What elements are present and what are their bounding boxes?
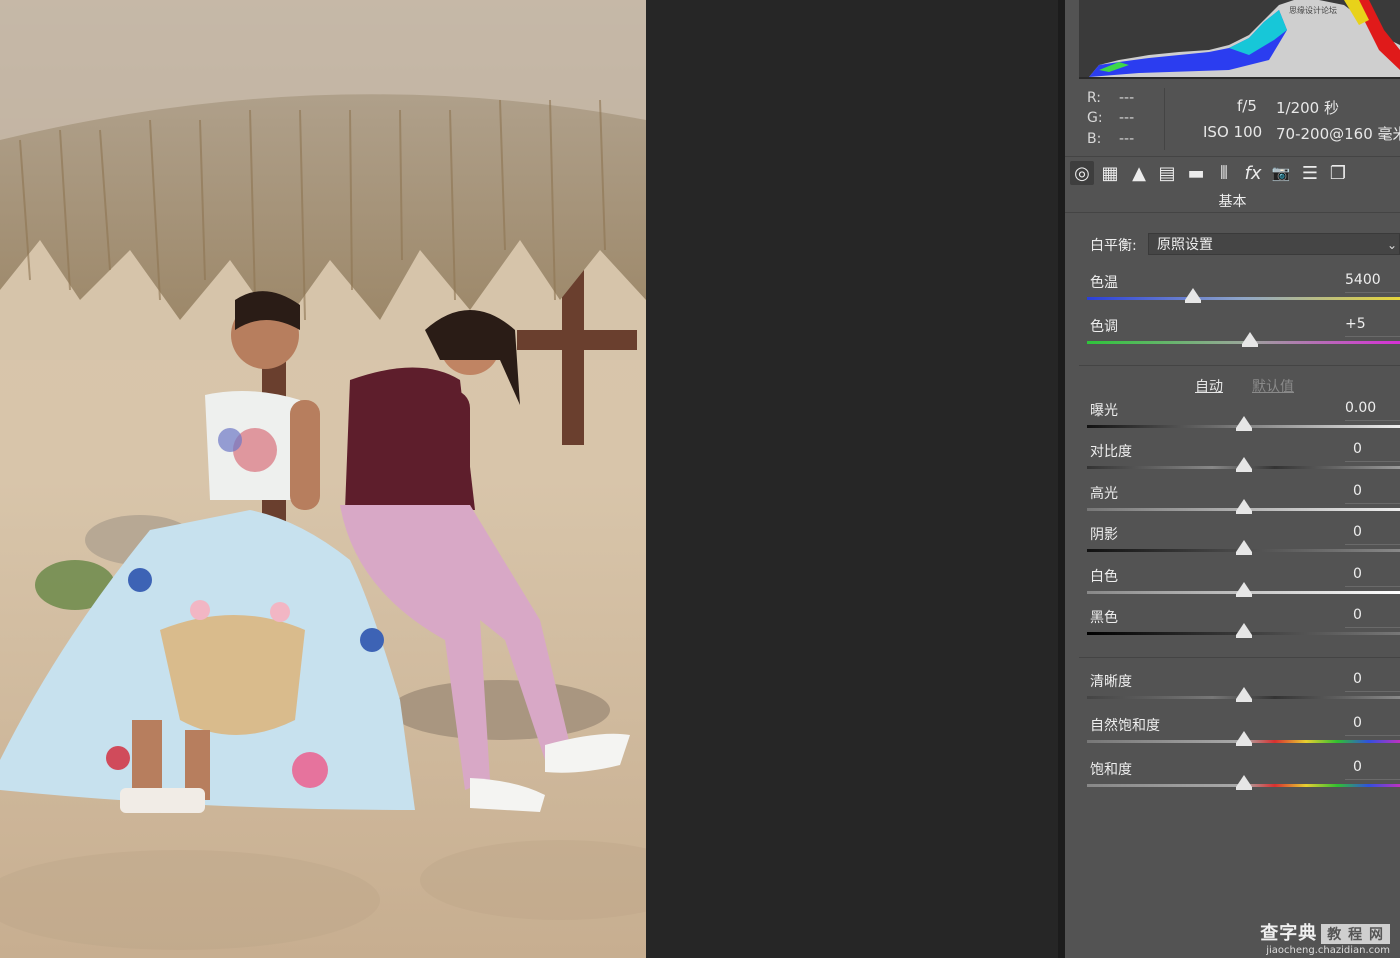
blacks-value-field[interactable]: 0 xyxy=(1353,607,1400,623)
effects-tab-icon[interactable]: fx xyxy=(1241,161,1265,185)
white-balance-label: 白平衡: xyxy=(1090,238,1137,254)
saturation-label: 饱和度 xyxy=(1090,762,1132,778)
snapshots-tab-icon[interactable]: ❐ xyxy=(1326,161,1350,185)
default-button[interactable]: 默认值 xyxy=(1252,376,1294,396)
shadows-value-underline xyxy=(1345,544,1400,545)
camera-calibration-tab-icon[interactable]: 📷 xyxy=(1269,161,1293,185)
hsl-tab-icon[interactable]: ▤ xyxy=(1155,161,1179,185)
presets-tab-icon[interactable]: ☰ xyxy=(1298,161,1322,185)
tint-value-field[interactable]: +5 xyxy=(1345,316,1400,332)
white-balance-value: 原照设置 xyxy=(1157,237,1213,253)
temperature-value-underline xyxy=(1345,292,1400,293)
highlights-label: 高光 xyxy=(1090,486,1118,502)
photo-image xyxy=(0,0,646,958)
red-label: R: xyxy=(1087,90,1102,106)
camera-raw-panel: 思缘设计论坛 R: --- G: --- B: --- f/5 1/200 秒 ISO… xyxy=(1065,0,1400,958)
watermark-box: 教 程 网 xyxy=(1321,924,1390,944)
lens-readout: 70-200@160 毫米 xyxy=(1276,125,1400,143)
blacks-slider-thumb[interactable] xyxy=(1235,623,1252,638)
blue-readout: B: --- xyxy=(1087,131,1151,147)
auto-button[interactable]: 自动 xyxy=(1195,376,1223,396)
divider-tone xyxy=(1079,365,1400,366)
temperature-slider-track[interactable] xyxy=(1087,297,1400,300)
whites-label: 白色 xyxy=(1090,569,1118,585)
clarity-value-underline xyxy=(1345,691,1400,692)
panel-divider[interactable] xyxy=(1058,0,1065,958)
shadows-slider-thumb[interactable] xyxy=(1235,540,1252,555)
exposure-label: 曝光 xyxy=(1090,403,1118,419)
photo-preview[interactable] xyxy=(0,0,646,958)
split-toning-tab-icon[interactable]: ▬ xyxy=(1184,161,1208,185)
green-value: --- xyxy=(1119,110,1135,126)
contrast-value-field[interactable]: 0 xyxy=(1353,441,1400,457)
blue-value: --- xyxy=(1119,131,1135,147)
blacks-value-underline xyxy=(1345,627,1400,628)
contrast-slider-thumb[interactable] xyxy=(1235,457,1252,472)
histogram-graph xyxy=(1089,0,1400,77)
shadows-label: 阴影 xyxy=(1090,527,1118,543)
canvas-background xyxy=(646,0,1058,958)
tint-slider-thumb[interactable] xyxy=(1241,332,1258,347)
watermark-brand: 查字典 xyxy=(1260,923,1318,944)
divider-presence xyxy=(1079,657,1400,658)
tone-curve-tab-icon[interactable]: ▦ xyxy=(1098,161,1122,185)
saturation-value-underline xyxy=(1345,779,1400,780)
vibrance-label: 自然饱和度 xyxy=(1090,718,1160,734)
shutter-readout: 1/200 秒 xyxy=(1276,99,1339,117)
blue-label: B: xyxy=(1087,131,1102,147)
section-title: 基本 xyxy=(1218,194,1247,210)
red-value: --- xyxy=(1119,90,1135,106)
tint-label: 色调 xyxy=(1090,319,1118,335)
watermark-url: jiaocheng.chazidian.com xyxy=(1266,945,1390,956)
whites-slider-thumb[interactable] xyxy=(1235,582,1252,597)
vibrance-slider-thumb[interactable] xyxy=(1235,731,1252,746)
highlights-value-underline xyxy=(1345,503,1400,504)
iso-readout: ISO 100 xyxy=(1203,123,1263,141)
panel-tabs: ◎ ▦ ▲ ▤ ▬ ⦀ fx 📷 ☰ ❐ xyxy=(1065,156,1400,189)
aperture-readout: f/5 xyxy=(1237,97,1257,115)
contrast-value-underline xyxy=(1345,461,1400,462)
highlights-slider-thumb[interactable] xyxy=(1235,499,1252,514)
red-readout: R: --- xyxy=(1087,90,1151,106)
site-watermark: 查字典教 程 网 jiaocheng.chazidian.com xyxy=(1260,919,1390,956)
saturation-slider-thumb[interactable] xyxy=(1235,775,1252,790)
vibrance-value-underline xyxy=(1345,735,1400,736)
contrast-label: 对比度 xyxy=(1090,444,1132,460)
clarity-slider-thumb[interactable] xyxy=(1235,687,1252,702)
exposure-value-underline xyxy=(1345,420,1400,421)
white-balance-select[interactable]: 原照设置 ⌄ xyxy=(1148,233,1400,255)
chevron-down-icon: ⌄ xyxy=(1386,238,1397,252)
clarity-value-field[interactable]: 0 xyxy=(1353,671,1400,687)
lens-corrections-tab-icon[interactable]: ⦀ xyxy=(1212,161,1236,185)
saturation-value-field[interactable]: 0 xyxy=(1353,759,1400,775)
exposure-value-field[interactable]: 0.00 xyxy=(1345,400,1400,416)
histogram: 思缘设计论坛 xyxy=(1079,0,1400,79)
detail-tab-icon[interactable]: ▲ xyxy=(1127,161,1151,185)
temperature-label: 色温 xyxy=(1090,275,1118,291)
whites-value-field[interactable]: 0 xyxy=(1353,566,1400,582)
highlights-value-field[interactable]: 0 xyxy=(1353,483,1400,499)
vibrance-value-field[interactable]: 0 xyxy=(1353,715,1400,731)
basic-tab-icon[interactable]: ◎ xyxy=(1070,161,1094,185)
green-label: G: xyxy=(1087,110,1103,126)
tint-value-underline xyxy=(1345,336,1400,337)
histogram-watermark: 思缘设计论坛 xyxy=(1289,6,1337,15)
clarity-label: 清晰度 xyxy=(1090,674,1132,690)
temperature-value-field[interactable]: 5400 xyxy=(1345,272,1400,288)
shadows-value-field[interactable]: 0 xyxy=(1353,524,1400,540)
green-readout: G: --- xyxy=(1087,110,1151,126)
temperature-slider-thumb[interactable] xyxy=(1185,288,1202,303)
section-title-rule xyxy=(1065,212,1400,213)
blacks-label: 黑色 xyxy=(1090,610,1118,626)
whites-value-underline xyxy=(1345,586,1400,587)
exposure-slider-thumb[interactable] xyxy=(1235,416,1252,431)
readout-separator xyxy=(1164,88,1165,150)
